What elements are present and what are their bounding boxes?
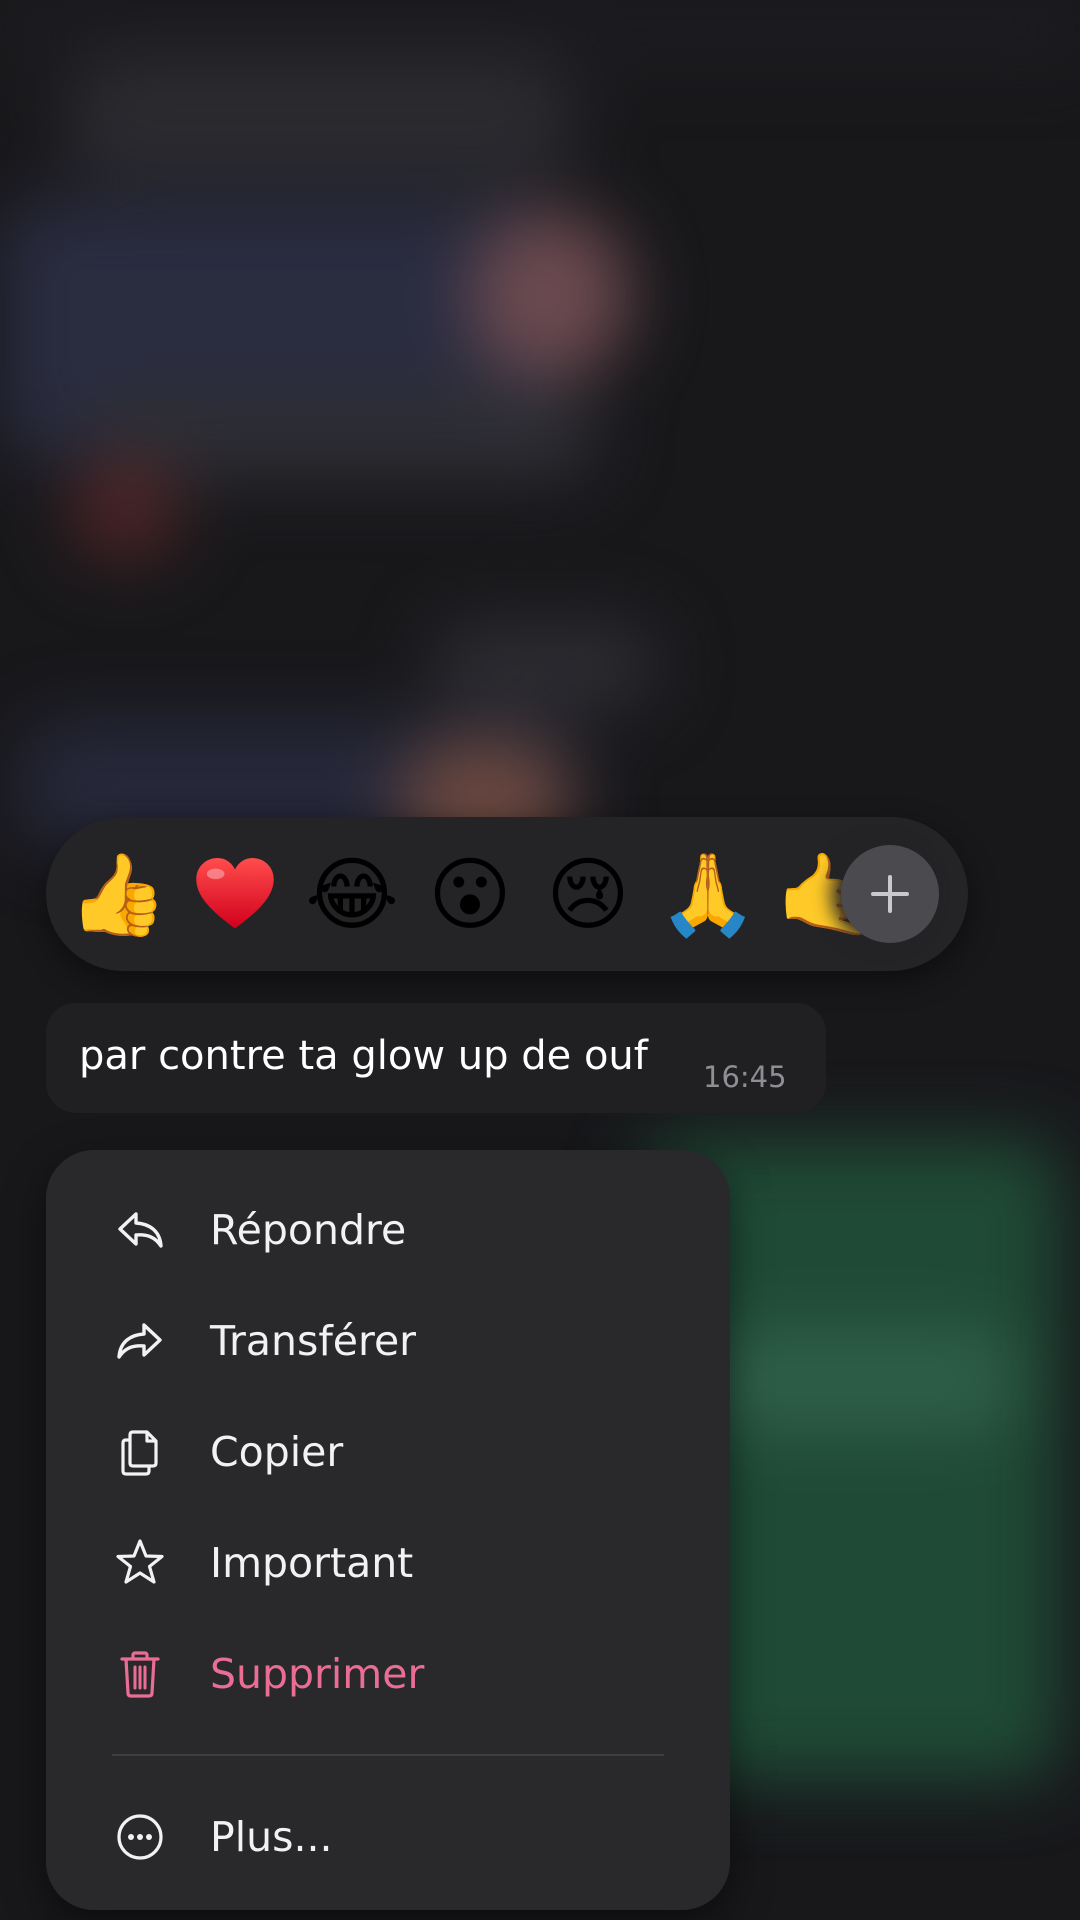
reaction-surprised[interactable]: 😮 xyxy=(422,847,518,943)
copy-icon xyxy=(114,1426,166,1478)
menu-item-label: Supprimer xyxy=(210,1650,425,1698)
reaction-tears-of-joy[interactable]: 😂 xyxy=(304,847,400,943)
reaction-heart[interactable] xyxy=(187,847,283,943)
more-icon xyxy=(114,1811,166,1863)
reaction-crying[interactable]: 😢 xyxy=(540,847,636,943)
message-bubble[interactable]: par contre ta glow up de ouf 16:45 xyxy=(46,1003,826,1113)
plus-icon xyxy=(871,875,909,913)
reply-icon xyxy=(114,1204,166,1256)
menu-divider xyxy=(112,1754,664,1756)
menu-item-label: Transférer xyxy=(210,1317,417,1365)
menu-item-forward[interactable]: Transférer xyxy=(46,1291,730,1391)
reaction-thumbs-up[interactable]: 👍 xyxy=(68,847,168,943)
message-timestamp: 16:45 xyxy=(703,1060,787,1094)
menu-item-delete[interactable]: Supprimer xyxy=(46,1624,730,1724)
menu-item-label: Copier xyxy=(210,1428,344,1476)
reaction-bar: 👍 😂 😮 😢 🙏 🤙 xyxy=(46,817,968,971)
menu-item-label: Répondre xyxy=(210,1206,407,1254)
menu-item-label: Plus... xyxy=(210,1813,333,1861)
trash-icon xyxy=(114,1648,166,1700)
menu-item-more[interactable]: Plus... xyxy=(46,1787,730,1887)
forward-icon xyxy=(114,1315,166,1367)
reaction-pray[interactable]: 🙏 xyxy=(658,847,758,943)
message-text: par contre ta glow up de ouf xyxy=(79,1033,648,1079)
more-reactions-button[interactable] xyxy=(841,845,939,943)
menu-item-reply[interactable]: Répondre xyxy=(46,1180,730,1280)
menu-item-copy[interactable]: Copier xyxy=(46,1402,730,1502)
star-icon xyxy=(114,1537,166,1589)
screen: 👍 😂 😮 😢 🙏 🤙 par contre ta glow up de ouf… xyxy=(0,0,1080,1920)
menu-item-important[interactable]: Important xyxy=(46,1513,730,1613)
menu-item-label: Important xyxy=(210,1539,414,1587)
heart-icon xyxy=(196,858,274,929)
